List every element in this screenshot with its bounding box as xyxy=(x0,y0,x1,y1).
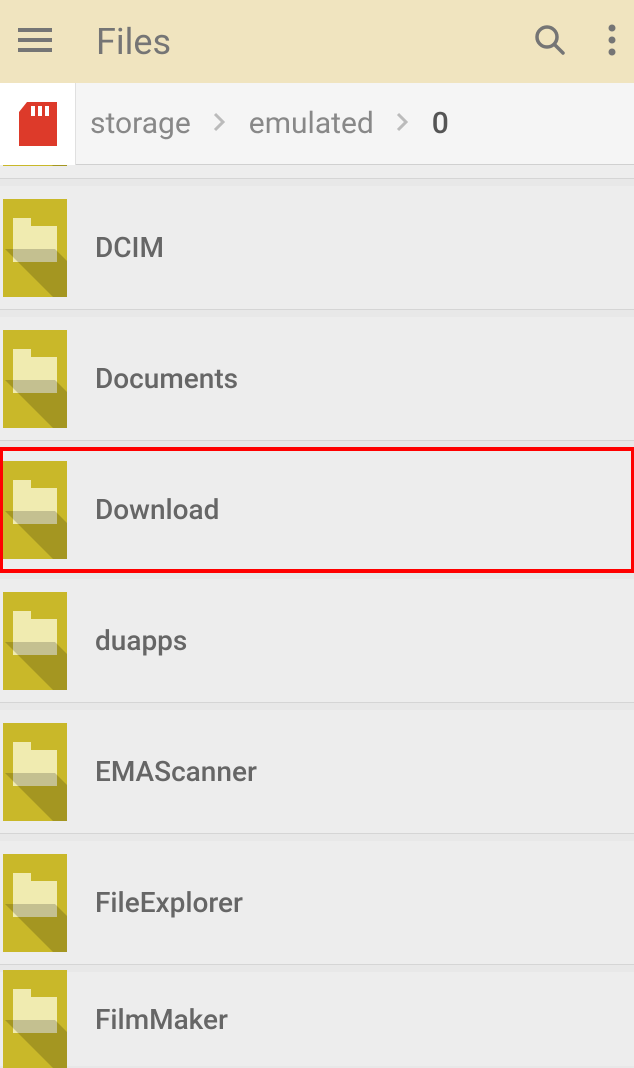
file-name: Documents xyxy=(95,362,238,395)
chevron-right-icon xyxy=(191,109,249,139)
search-icon[interactable] xyxy=(534,24,566,60)
folder-icon xyxy=(3,199,67,297)
overflow-icon[interactable] xyxy=(608,24,616,60)
list-item[interactable]: DCIM xyxy=(0,186,634,310)
menu-icon[interactable] xyxy=(18,28,52,56)
file-name: FilmMaker xyxy=(95,1003,228,1036)
breadcrumb-storage[interactable]: storage xyxy=(90,106,191,141)
folder-icon xyxy=(3,723,67,821)
app-title: Files xyxy=(96,21,534,63)
list-item[interactable]: EMAScanner xyxy=(0,710,634,834)
folder-icon xyxy=(3,854,67,952)
breadcrumb: storage emulated 0 xyxy=(76,106,449,141)
list-item[interactable]: duapps xyxy=(0,579,634,703)
folder-icon xyxy=(3,330,67,428)
folder-icon xyxy=(3,592,67,690)
file-name: DCIM xyxy=(95,231,164,264)
file-name: EMAScanner xyxy=(95,755,257,788)
breadcrumb-current[interactable]: 0 xyxy=(432,106,449,141)
folder-icon xyxy=(3,970,67,1068)
file-name: FileExplorer xyxy=(95,886,243,919)
list-item[interactable]: Documents xyxy=(0,317,634,441)
app-bar: Files xyxy=(0,0,634,83)
folder-icon xyxy=(3,165,67,166)
folder-icon xyxy=(3,461,67,559)
sd-card-icon[interactable] xyxy=(0,83,76,165)
file-list[interactable]: DCIM Documents Download duapps EMAScanne… xyxy=(0,165,634,1066)
list-item[interactable] xyxy=(0,165,634,179)
breadcrumb-bar: storage emulated 0 xyxy=(0,83,634,165)
file-name: duapps xyxy=(95,624,187,657)
file-name: Download xyxy=(95,493,219,526)
list-item[interactable]: FileExplorer xyxy=(0,841,634,965)
breadcrumb-emulated[interactable]: emulated xyxy=(249,106,374,141)
list-item[interactable]: Download xyxy=(0,448,634,572)
chevron-right-icon xyxy=(374,109,432,139)
